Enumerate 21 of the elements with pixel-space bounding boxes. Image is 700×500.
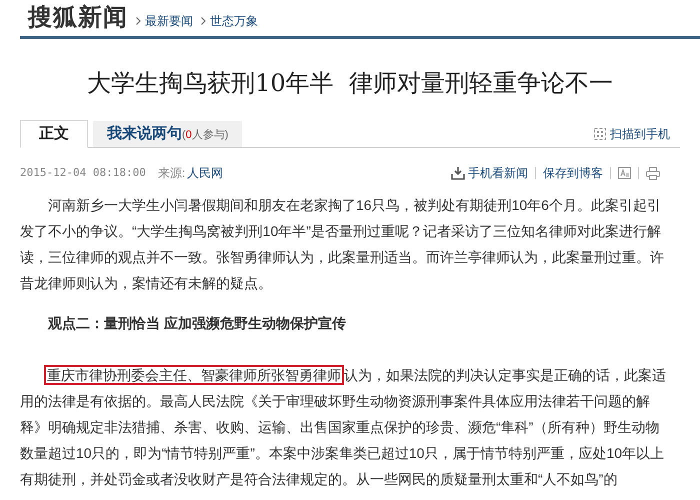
download-icon xyxy=(451,166,465,180)
scan-link[interactable]: 扫描到手机 xyxy=(594,125,670,147)
chevron-right-icon xyxy=(136,17,141,25)
action-link[interactable]: 保存到博客 xyxy=(543,164,603,182)
qr-code-icon xyxy=(594,128,606,140)
section-heading: 观点二：量刑恰当 应加强濒危野生动物保护宣传 xyxy=(48,314,347,333)
article-paragraph: 河南新乡一大学生小闫暑假期间和朋友在老家掏了16只鸟，被判处有期徒刑10年6个月。此案引起引发了不小的争议。“大学生掏鸟窝被判刑10年半”是否量刑过重呢？记者采访了三位知名律师对此案进行解读，三位律师的观点并不一致。张智勇律师认为，此案量刑适当。而许兰亭律师认为，此案量刑过重。许昔龙律师则认为，案情还有未解的疑点。 xyxy=(20,196,665,293)
site-logo[interactable]: 搜狐新闻 xyxy=(28,4,128,32)
article-paragraph: 重庆市律协刑委会主任、智豪律师所张智勇律师 认为，如果法院的判决认定事实是正确的话，此案适用的法律是有依据的。最高人民法院《关于审理破坏野生动物资源刑事案件具体应用法律若干问题的解释》明确规定非法猎捕、杀害、收购、运输、出售国家重点保护的珍贵、濒危“隼科”（所有种）野生动物数量超过10只的，即为“情节特别严重”。本案中涉案隼类已超过10只，属于情节特别严重，应处10年以上有期徒刑，并处罚金或者没收财产是符合法律规定的。从一些网民的质疑量刑太重和“人不如鸟”的 xyxy=(20,364,667,489)
article-title: 大学生掏鸟获刑10年半 律师对量刑轻重争论不一 xyxy=(86,68,614,98)
publish-date: 2015-12-04 08:18:00 xyxy=(20,164,146,181)
article-tab[interactable]: 我来说两句(0人参与) xyxy=(93,121,242,147)
article-tab[interactable]: 正文 xyxy=(20,120,88,148)
print-button[interactable] xyxy=(646,166,660,180)
breadcrumb-link[interactable]: 世态万象 xyxy=(210,12,258,30)
action-link[interactable]: 手机看新闻 xyxy=(451,164,528,182)
source-link[interactable]: 人民网 xyxy=(187,164,224,182)
source-label: 来源: xyxy=(158,165,186,182)
breadcrumb-link[interactable]: 最新要闻 xyxy=(145,12,193,30)
font-size-button[interactable] xyxy=(618,167,631,179)
chevron-right-icon xyxy=(201,17,206,25)
